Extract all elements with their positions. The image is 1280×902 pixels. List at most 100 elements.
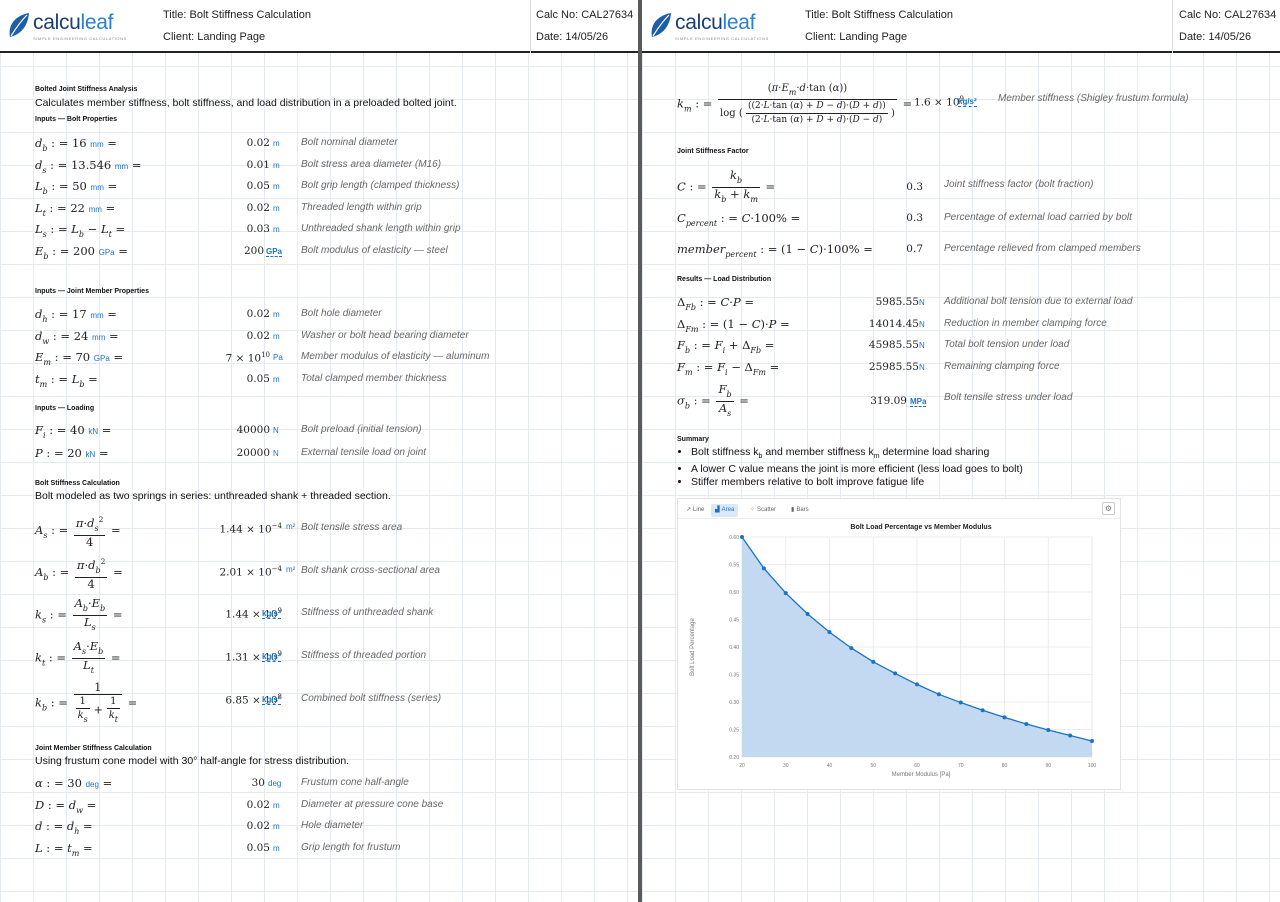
- input-row[interactable]: Ls : = Lb − Lt = 0.03 m Unthreaded shank le…: [0, 219, 638, 241]
- x-tick-label: 100: [1088, 763, 1097, 769]
- client-name: Client: Landing Page: [163, 31, 266, 43]
- input-row[interactable]: Fi : = 40 kN = 40000 N Bolt preload (initia…: [0, 420, 638, 442]
- tab-line[interactable]: ↗ Line: [682, 504, 708, 517]
- result-value: 0.3: [906, 212, 923, 224]
- input-row[interactable]: Em : = 70 GPa = 7 × 1010 Pa Member modulus …: [0, 347, 638, 369]
- formula-row-Fm[interactable]: Fm : = Fi − ΔFm = 25985.55 N Remaining c…: [642, 357, 1280, 379]
- x-tick-label: 90: [1045, 763, 1051, 769]
- calculeaf-logo[interactable]: calculeaf SIMPLE ENGINEERING CALCULATION…: [649, 9, 799, 43]
- chart-settings-button[interactable]: ⚙: [1102, 502, 1115, 515]
- input-row[interactable]: Eb : = 200 GPa = 200 GPa Bolt modulus of el…: [0, 241, 638, 263]
- input-formula: Eb : = 200 GPa =: [35, 243, 128, 261]
- logo-tagline: SIMPLE ENGINEERING CALCULATIONS: [675, 36, 769, 41]
- result-unit: kg/s²: [958, 97, 977, 107]
- chart-title: Bolt Load Percentage vs Member Modulus: [850, 524, 991, 531]
- input-unit: m: [273, 203, 280, 213]
- result-value: 2.01 × 10−4: [219, 565, 282, 579]
- input-row[interactable]: L : = tm = 0.05 m Grip length for frustum: [0, 838, 638, 860]
- leaf-icon: [651, 13, 671, 37]
- data-point: [1068, 733, 1073, 738]
- input-row[interactable]: P : = 20 kN = 20000 N External tensile load…: [0, 443, 638, 465]
- formula-row-C-percent[interactable]: Cpercent : = C·100% = 0.3 Percentage of …: [642, 208, 1280, 230]
- client-name: Client: Landing Page: [805, 31, 908, 43]
- input-note: Washer or bolt head bearing diameter: [301, 329, 469, 341]
- formula-Ab: Ab : = π·db2 4 =: [35, 557, 123, 591]
- formula-ks: ks : = Ab·Eb Ls =: [35, 596, 123, 633]
- section-title-factor: Joint Stiffness Factor: [677, 148, 749, 155]
- result-unit: N: [919, 298, 925, 307]
- input-row[interactable]: dw : = 24 mm = 0.02 m Washer or bolt head b…: [0, 326, 638, 348]
- section-title-joint-props: Inputs — Joint Member Properties: [35, 288, 149, 295]
- section-title-summary: Summary: [677, 436, 709, 443]
- input-formula: Lt : = 22 mm =: [35, 200, 116, 218]
- input-row[interactable]: db : = 16 mm = 0.02 m Bolt nominal diameter: [0, 133, 638, 155]
- formula-row-Ab[interactable]: Ab : = π·db2 4 = 2.01 × 10−4 m² Bolt shan…: [0, 552, 638, 590]
- input-row[interactable]: α : = 30 deg = 30 deg Frustum cone half-ang…: [0, 773, 638, 795]
- data-point: [849, 646, 854, 651]
- y-tick-label: 0.50: [729, 590, 739, 596]
- formula-row-C[interactable]: C : = kb kb + km = 0.3 Joint stiffness fa…: [642, 166, 1280, 206]
- input-row[interactable]: ds : = 13.546 mm = 0.01 m Bolt stress area …: [0, 155, 638, 177]
- data-point: [893, 671, 898, 676]
- formula-row-dFm[interactable]: ΔFm : = (1 − C)·P = 14014.45 N Reduction…: [642, 314, 1280, 336]
- logo-wordmark: calculeaf: [33, 11, 114, 34]
- section-desc-analysis: Calculates member stiffness, bolt stiffn…: [35, 97, 457, 109]
- input-note: Grip length for frustum: [301, 841, 401, 853]
- input-note: Member modulus of elasticity — aluminum: [301, 351, 490, 362]
- input-formula: D : = dw =: [35, 797, 97, 815]
- summary-item: A lower C value means the joint is more …: [691, 463, 1023, 476]
- data-point: [1046, 728, 1051, 733]
- input-row[interactable]: d : = dh = 0.02 m Hole diameter: [0, 816, 638, 838]
- tab-area[interactable]: ▟ Area: [711, 504, 739, 517]
- input-unit: m: [273, 310, 280, 319]
- result-note: Reduction in member clamping force: [944, 318, 1107, 329]
- formula-row-km[interactable]: km : = (π·Em·d·tan (α)) log ( ((2·L·tan (…: [642, 80, 1280, 126]
- result-value: 319.09: [870, 395, 907, 407]
- input-note: Bolt preload (initial tension): [301, 424, 422, 435]
- formula-row-sigma-b[interactable]: σb : = Fb As = 319.09 MPa Bolt tensile st…: [642, 380, 1280, 419]
- result-unit: kg/s²: [262, 695, 281, 705]
- input-formula: Fi : = 40 kN =: [35, 423, 112, 440]
- y-tick-label: 0.60: [729, 535, 739, 541]
- input-note: Bolt modulus of elasticity — steel: [301, 244, 448, 256]
- y-tick-label: 0.55: [729, 563, 739, 569]
- input-row[interactable]: dh : = 17 mm = 0.02 m Bolt hole diameter: [0, 304, 638, 326]
- input-row[interactable]: Lt : = 22 mm = 0.02 m Threaded length withi…: [0, 198, 638, 220]
- tab-scatter[interactable]: ⁘ Scatter: [746, 504, 780, 517]
- result-value: 25985.55: [868, 361, 919, 373]
- formula-row-dFb[interactable]: ΔFb : = C·P = 5985.55 N Additional bolt …: [642, 292, 1280, 314]
- section-title-bolt-stiffness: Bolt Stiffness Calculation: [35, 480, 120, 487]
- formula-row-member-percent[interactable]: memberpercent : = (1 − C)·100% = 0.7 Per…: [642, 239, 1280, 261]
- formula-kb: kb : = 1 1 ks + 1 kt =: [35, 680, 138, 725]
- data-point: [871, 659, 876, 664]
- section-title-analysis: Bolted Joint Stiffness Analysis: [35, 86, 138, 93]
- data-point: [827, 630, 832, 635]
- formula-row-kt[interactable]: kt : = As·Eb Lt = 1.31 × 109 kg/s² Stiffn…: [0, 637, 638, 676]
- result-note: Total bolt tension under load: [944, 339, 1070, 350]
- data-point: [936, 692, 941, 697]
- y-tick-label: 0.45: [729, 618, 739, 624]
- input-unit: m: [273, 822, 280, 831]
- formula-row-ks[interactable]: ks : = Ab·Eb Ls = 1.44 × 109 kg/s² Stiffn…: [0, 594, 638, 633]
- formula-row-As[interactable]: As : = π·ds2 4 = 1.44 × 10−4 m² Bolt tens…: [0, 510, 638, 548]
- input-row[interactable]: D : = dw = 0.02 m Diameter at pressure cone…: [0, 795, 638, 817]
- input-formula: P : = 20 kN =: [35, 446, 109, 460]
- tab-bars[interactable]: ▮ Bars: [787, 504, 813, 517]
- input-value: 0.05: [246, 180, 270, 192]
- input-row[interactable]: tm : = Lb = 0.05 m Total clamped member thi…: [0, 369, 638, 391]
- header-divider: [530, 0, 531, 53]
- y-tick-label: 0.40: [729, 645, 739, 651]
- section-title-results: Results — Load Distribution: [677, 276, 772, 283]
- result-value: 0.7: [906, 243, 923, 255]
- summary-item: Bolt stiffness kb and member stiffness k…: [691, 446, 1023, 463]
- formula-row-kb[interactable]: kb : = 1 1 ks + 1 kt = 6.85 × 108 kg/s² Com…: [0, 678, 638, 728]
- calculeaf-logo[interactable]: calculeaf SIMPLE ENGINEERING CALCULATION…: [7, 9, 157, 43]
- input-row[interactable]: Lb : = 50 mm = 0.05 m Bolt grip length (cla…: [0, 176, 638, 198]
- result-value: 45985.55: [868, 339, 919, 351]
- section-desc-member-stiffness: Using frustum cone model with 30° half-a…: [35, 755, 350, 767]
- formula-row-Fb[interactable]: Fb : = Fi + ΔFb = 45985.55 N Total bolt …: [642, 335, 1280, 357]
- input-formula: db : = 16 mm =: [35, 136, 117, 153]
- formula-Fm: Fm : = Fi − ΔFm =: [677, 360, 780, 377]
- input-value: 0.02: [246, 798, 270, 811]
- result-unit: m²: [286, 522, 296, 531]
